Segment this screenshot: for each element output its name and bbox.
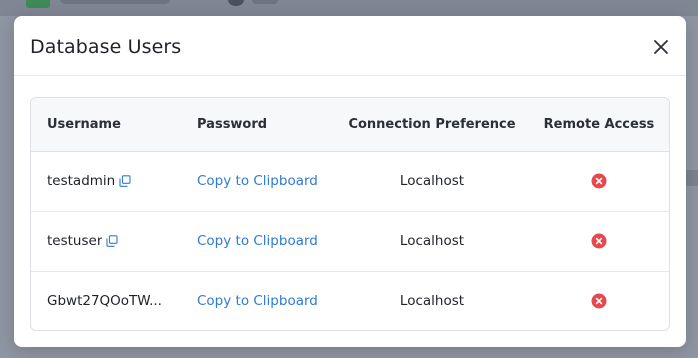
copy-icon[interactable]: [106, 235, 118, 247]
close-icon[interactable]: [652, 38, 670, 56]
remote-access-disabled-icon: [591, 233, 607, 249]
column-header-connection-preference: Connection Preference: [337, 98, 527, 152]
username-text: testadmin: [47, 173, 116, 189]
copy-password-link[interactable]: Copy to Clipboard: [197, 233, 318, 249]
password-cell: Copy to Clipboard: [182, 271, 337, 330]
table-row: testadmin Copy to Clipboard Localhost: [31, 151, 669, 212]
modal-header: Database Users: [14, 16, 686, 76]
column-header-username: Username: [31, 98, 182, 152]
remote-access-cell: [527, 271, 669, 330]
remote-access-disabled-icon: [591, 293, 607, 309]
copy-icon[interactable]: [119, 175, 131, 187]
column-header-password: Password: [182, 98, 337, 152]
modal-title: Database Users: [30, 36, 182, 58]
table-header-row: Username Password Connection Preference …: [31, 98, 669, 152]
password-cell: Copy to Clipboard: [182, 151, 337, 212]
database-users-modal: Database Users Username Password Connect…: [14, 16, 686, 347]
remote-access-cell: [527, 211, 669, 272]
password-cell: Copy to Clipboard: [182, 211, 337, 272]
username-cell: testuser: [31, 211, 182, 272]
remote-access-cell: [527, 151, 669, 212]
users-table: Username Password Connection Preference …: [30, 97, 670, 331]
background-nav-item: [60, 0, 170, 4]
remote-access-disabled-icon: [591, 173, 607, 189]
username-cell: testadmin: [31, 151, 182, 212]
table-row: Gbwt27QOoTW... Copy to Clipboard Localho…: [31, 271, 669, 330]
background-logo: [26, 0, 50, 8]
copy-password-link[interactable]: Copy to Clipboard: [197, 293, 318, 309]
username-text: testuser: [47, 233, 103, 249]
username-cell: Gbwt27QOoTW...: [31, 271, 182, 330]
table-row: testuser Copy to Clipboard Localhost: [31, 211, 669, 272]
column-header-remote-access: Remote Access: [527, 98, 669, 152]
connection-preference-cell: Localhost: [399, 293, 465, 310]
connection-preference-cell: Localhost: [337, 151, 527, 212]
copy-password-link[interactable]: Copy to Clipboard: [197, 173, 318, 189]
background-nav-item: [252, 0, 278, 4]
connection-preference-cell: Localhost: [337, 211, 527, 272]
close-button[interactable]: [652, 38, 670, 56]
username-text: Gbwt27QOoTW...: [47, 293, 162, 310]
